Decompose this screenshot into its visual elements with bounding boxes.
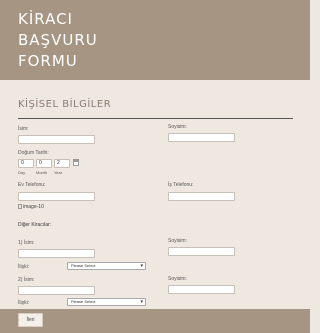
dob-month-input[interactable]: 0 <box>36 159 52 168</box>
calendar-icon[interactable] <box>73 159 79 166</box>
dob-label: Doğum Tarihi: <box>18 150 49 156</box>
tenant2-relation-select[interactable]: Please Select ▾ <box>67 298 146 306</box>
tenant2-name-label: 2) İsim: <box>18 277 35 283</box>
form-title-line-3: FORMU <box>18 52 78 70</box>
last-name-label: Soyisim: <box>168 124 187 130</box>
tenant1-relation-value: Please Select <box>71 263 96 268</box>
tenant1-relation-label: İlişki: <box>18 264 30 270</box>
tenant2-name-input[interactable] <box>18 286 95 295</box>
image-alt-text: image-10 <box>23 204 44 210</box>
work-phone-input[interactable] <box>168 192 235 201</box>
dob-day-sublabel: Day <box>18 170 26 175</box>
form-title: KİRACI BAŞVURU FORMU <box>18 9 98 72</box>
form-footer <box>0 309 310 333</box>
form-title-line-2: BAŞVURU <box>18 31 98 49</box>
broken-image-icon <box>18 204 22 210</box>
tenant1-name-label: 1) İsim: <box>18 240 35 246</box>
work-phone-label: İş Telefonu: <box>168 182 194 188</box>
other-tenants-label: Diğer Kiracılar: <box>18 222 52 228</box>
tenant1-surname-input[interactable] <box>168 247 235 256</box>
chevron-down-icon: ▾ <box>140 299 143 305</box>
home-phone-input[interactable] <box>18 192 95 201</box>
chevron-down-icon: ▾ <box>140 263 143 269</box>
next-button[interactable]: İleri <box>18 313 43 327</box>
tenant2-surname-label: Soyisim: <box>168 276 187 282</box>
section-divider <box>18 118 293 119</box>
last-name-input[interactable] <box>168 133 235 142</box>
home-phone-label: Ev Telefonu: <box>18 182 46 188</box>
form-header: KİRACI BAŞVURU FORMU <box>0 0 310 80</box>
tenant1-surname-label: Soyisim: <box>168 238 187 244</box>
dob-year-input[interactable]: 2 <box>54 159 70 168</box>
tenant1-relation-select[interactable]: Please Select ▾ <box>67 262 146 270</box>
dob-year-sublabel: Year <box>54 170 63 175</box>
first-name-input[interactable] <box>18 135 95 144</box>
section-title: KİŞİSEL BİLGİLER <box>18 99 112 110</box>
tenant2-relation-label: İlişki: <box>18 300 30 306</box>
first-name-label: İsim: <box>18 126 29 132</box>
dob-month-sublabel: Month <box>36 170 48 175</box>
tenant1-name-input[interactable] <box>18 249 95 258</box>
tenant2-surname-input[interactable] <box>168 285 235 294</box>
tenant2-relation-value: Please Select <box>71 299 96 304</box>
form-title-line-1: KİRACI <box>18 10 73 28</box>
image-placeholder: image-10 <box>18 204 44 210</box>
dob-day-input[interactable]: 0 <box>18 159 34 168</box>
